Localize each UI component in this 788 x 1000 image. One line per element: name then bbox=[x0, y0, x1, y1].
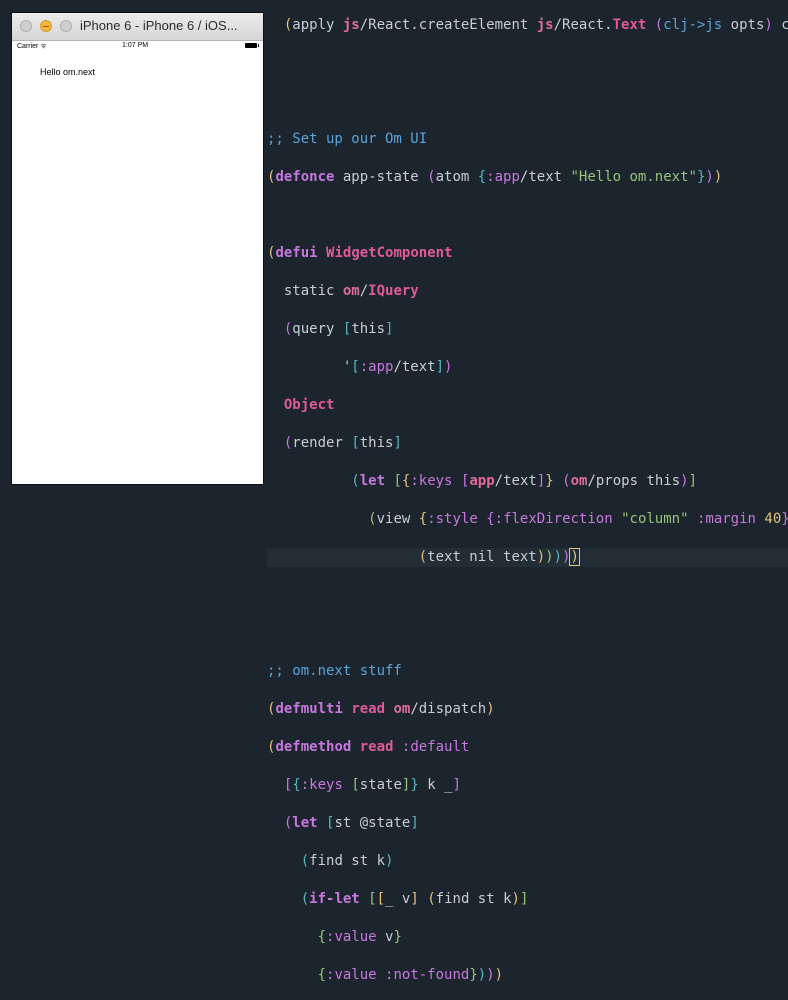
code-line: [{:keys [state]} k _] bbox=[283, 777, 461, 793]
code-line: (if-let [[_ v] (find st k)] bbox=[300, 891, 529, 907]
code-line: (let [{:keys [app/text]} (om/props this)… bbox=[351, 473, 698, 489]
code-line: (defui WidgetComponent bbox=[267, 245, 453, 261]
window-title: iPhone 6 - iPhone 6 / iOS... bbox=[80, 18, 238, 33]
carrier-label: Carrier ᯤ bbox=[17, 43, 47, 50]
code-text[interactable]: (apply js/React.createElement js/React.T… bbox=[267, 0, 788, 1000]
code-line: ;; Set up our Om UI bbox=[267, 131, 428, 147]
code-line: ;; om.next stuff bbox=[267, 663, 402, 679]
zoom-button[interactable] bbox=[60, 20, 72, 32]
code-line: (apply js/React.createElement js/React.T… bbox=[267, 17, 788, 33]
minimize-button[interactable] bbox=[40, 20, 52, 32]
code-line-current: (text nil text))))) bbox=[267, 548, 788, 567]
code-line: {:value v} bbox=[317, 929, 402, 945]
text-cursor: ) bbox=[569, 548, 580, 566]
close-button[interactable] bbox=[20, 20, 32, 32]
simulator-titlebar[interactable]: iPhone 6 - iPhone 6 / iOS... bbox=[12, 13, 263, 41]
code-line: static om/IQuery bbox=[267, 283, 419, 299]
app-hello-text: Hello om.next bbox=[40, 67, 96, 77]
code-line: Object bbox=[283, 397, 335, 413]
code-line: {:value :not-found}))) bbox=[317, 967, 504, 983]
code-line: (let [st @state] bbox=[283, 815, 419, 831]
battery-icon bbox=[245, 43, 259, 48]
code-line: (defmethod read :default bbox=[267, 739, 470, 755]
code-line: (defonce app-state (atom {:app/text "Hel… bbox=[267, 169, 723, 185]
status-time: 1:07 PM bbox=[122, 42, 149, 49]
simulator-window[interactable]: iPhone 6 - iPhone 6 / iOS... Carrier ᯤ 1… bbox=[12, 13, 263, 484]
code-line: (view {:style {:flexDirection "column" :… bbox=[368, 511, 788, 527]
ios-status-bar: Carrier ᯤ 1:07 PM bbox=[12, 41, 263, 51]
code-line: (render [this] bbox=[283, 435, 402, 451]
code-line: (find st k) bbox=[300, 853, 394, 869]
code-line: (defmulti read om/dispatch) bbox=[267, 701, 495, 717]
code-line: '[:app/text]) bbox=[267, 359, 453, 375]
code-line: (query [this] bbox=[283, 321, 394, 337]
